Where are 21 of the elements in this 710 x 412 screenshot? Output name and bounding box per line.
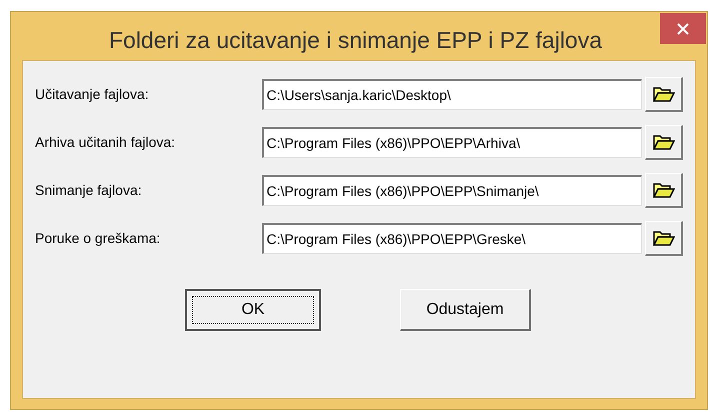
dialog-button[interactable]: Odustajem xyxy=(400,289,531,331)
path-field[interactable]: C:\Program Files (x86)\PPO\EPP\Arhiva\ xyxy=(262,127,642,158)
browse-button[interactable] xyxy=(645,125,683,160)
field-label: Arhiva učitanih fajlova: xyxy=(35,133,176,152)
folder-icon xyxy=(652,230,675,246)
path-field[interactable]: C:\Program Files (x86)\PPO\EPP\Snimanje\ xyxy=(262,175,642,206)
browse-button[interactable] xyxy=(645,221,683,256)
browse-button[interactable] xyxy=(645,173,683,208)
field-label: Učitavanje fajlova: xyxy=(35,85,150,104)
path-field[interactable]: C:\Users\sanja.karic\Desktop\ xyxy=(262,79,642,110)
field-label: Snimanje fajlova: xyxy=(35,181,143,200)
window-title: Folderi za ucitavanje i snimanje EPP i PZ fajlova xyxy=(108,26,604,54)
close-button[interactable] xyxy=(660,13,706,44)
path-field[interactable]: C:\Program Files (x86)\PPO\EPP\Greske\ xyxy=(262,223,642,254)
folder-icon xyxy=(652,182,675,198)
dialog-button[interactable]: OK xyxy=(185,289,321,331)
folder-icon xyxy=(652,86,675,102)
browse-button[interactable] xyxy=(645,77,683,112)
folder-icon xyxy=(652,134,675,150)
field-label: Poruke o greškama: xyxy=(35,229,162,248)
close-icon xyxy=(677,22,689,34)
